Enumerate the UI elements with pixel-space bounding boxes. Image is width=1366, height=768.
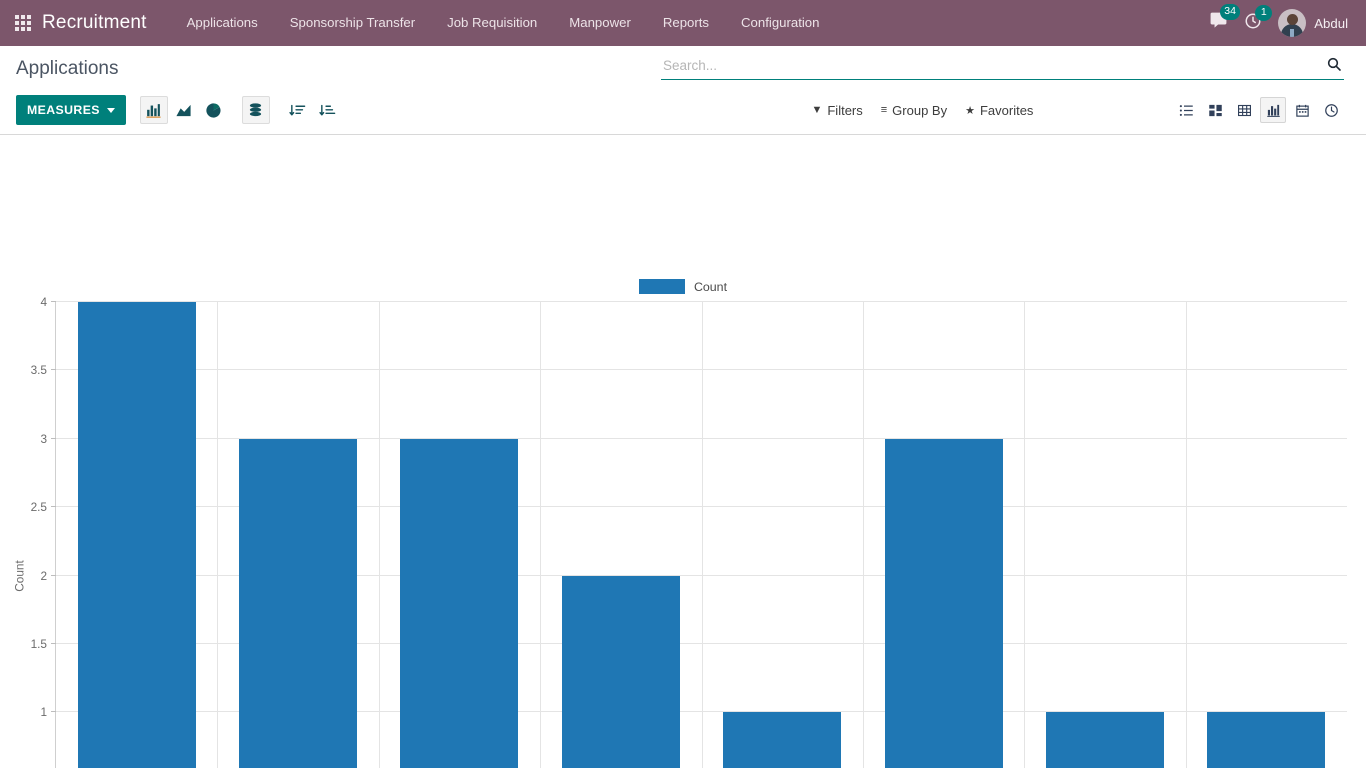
top-navbar: Recruitment Applications Sponsorship Tra… bbox=[0, 0, 1366, 46]
menu-item-sponsorship-transfer[interactable]: Sponsorship Transfer bbox=[274, 0, 431, 46]
chart-bar-slot: Second Interview bbox=[379, 302, 540, 768]
user-menu[interactable]: Abdul bbox=[1278, 9, 1348, 37]
messages-count-badge: 34 bbox=[1220, 4, 1240, 20]
filters-button[interactable]: ▼ Filters bbox=[811, 103, 862, 118]
favorites-label: Favorites bbox=[979, 102, 1034, 118]
y-axis-tick-label: 1 bbox=[40, 705, 47, 720]
page-title: Applications bbox=[16, 58, 119, 79]
star-icon: ★ bbox=[965, 104, 975, 117]
sort-ascending-icon[interactable] bbox=[314, 96, 342, 124]
chart-bar-slot: Contract Proposal bbox=[863, 302, 1024, 768]
list-view-icon[interactable] bbox=[1173, 97, 1199, 123]
chart-bar-slot: HR Interview bbox=[540, 302, 701, 768]
search-button[interactable] bbox=[1324, 56, 1344, 75]
chart-legend: Count bbox=[0, 279, 1366, 294]
graph-view: Count Count 00.511.522.533.54Start Scree… bbox=[0, 135, 1366, 768]
chart-bar[interactable] bbox=[723, 712, 842, 768]
line-chart-icon[interactable] bbox=[170, 96, 198, 124]
chart-bar-slot: First Interview bbox=[217, 302, 378, 768]
avatar bbox=[1278, 9, 1307, 37]
chevron-down-icon bbox=[106, 107, 115, 113]
search-bar[interactable] bbox=[661, 56, 1344, 80]
control-panel: Applications MEASURES bbox=[0, 46, 1366, 135]
filter-funnel-icon: ▼ bbox=[811, 104, 823, 116]
sort-descending-icon[interactable] bbox=[284, 96, 312, 124]
group-by-label: Group By bbox=[892, 102, 948, 118]
menu-item-manpower[interactable]: Manpower bbox=[553, 0, 647, 46]
chart-type-group bbox=[139, 96, 342, 124]
group-by-lines-icon: ≡ bbox=[880, 104, 888, 116]
group-by-button[interactable]: ≡ Group By bbox=[881, 103, 947, 118]
calendar-view-icon[interactable] bbox=[1289, 97, 1315, 123]
chart-bars: Start ScreeningFirst InterviewSecond Int… bbox=[56, 302, 1347, 768]
chart-bar-slot: Refuse bbox=[1186, 302, 1347, 768]
menu-item-reports[interactable]: Reports bbox=[647, 0, 725, 46]
menu-item-configuration[interactable]: Configuration bbox=[725, 0, 835, 46]
pie-chart-icon[interactable] bbox=[200, 96, 228, 124]
y-axis-tick-label: 3.5 bbox=[30, 363, 47, 378]
stacked-icon[interactable] bbox=[241, 96, 270, 124]
chart-bar[interactable] bbox=[400, 438, 519, 768]
favorites-button[interactable]: ★ Favorites bbox=[965, 103, 1033, 118]
legend-label-count: Count bbox=[693, 279, 728, 294]
filter-group: ▼ Filters ≡ Group By ★ Favorites bbox=[481, 103, 1033, 118]
activities-button[interactable]: 1 bbox=[1244, 4, 1273, 35]
apps-grid-icon[interactable] bbox=[10, 10, 36, 36]
activity-view-icon[interactable] bbox=[1318, 97, 1344, 123]
view-switcher bbox=[1173, 97, 1344, 123]
user-name-label: Abdul bbox=[1314, 15, 1348, 31]
chart-bar[interactable] bbox=[1045, 712, 1164, 768]
chart-bar-slot: Start Screening bbox=[56, 302, 217, 768]
y-axis-tick-label: 2 bbox=[40, 568, 47, 583]
y-axis-tick-label: 2.5 bbox=[30, 500, 47, 515]
chart-bar-slot: Contract Signed bbox=[1024, 302, 1185, 768]
chart-bar[interactable] bbox=[884, 438, 1003, 768]
measures-button[interactable]: MEASURES bbox=[16, 95, 126, 125]
main-menu: Applications Sponsorship Transfer Job Re… bbox=[171, 0, 836, 46]
navbar-right-group: 34 1 Abdul bbox=[1209, 4, 1352, 37]
control-panel-top-row: Applications bbox=[0, 46, 1366, 86]
app-brand-title[interactable]: Recruitment bbox=[42, 12, 147, 34]
legend-swatch-count bbox=[638, 279, 685, 294]
menu-item-job-requisition[interactable]: Job Requisition bbox=[431, 0, 553, 46]
search-area bbox=[661, 56, 1344, 80]
kanban-view-icon[interactable] bbox=[1202, 97, 1228, 123]
y-axis-tick-label: 1.5 bbox=[30, 636, 47, 651]
menu-item-applications[interactable]: Applications bbox=[171, 0, 274, 46]
messages-button[interactable]: 34 bbox=[1209, 4, 1240, 35]
control-panel-bottom-row: MEASURES ▼ Filters ≡ Group By ★ Favorite… bbox=[0, 86, 1366, 134]
chart-bar-slot: Initial Qualification bbox=[702, 302, 863, 768]
y-axis-tick-label: 3 bbox=[40, 431, 47, 446]
pivot-view-icon[interactable] bbox=[1231, 97, 1257, 123]
chart-bar[interactable] bbox=[239, 438, 358, 768]
filters-label: Filters bbox=[827, 102, 863, 118]
measures-label: MEASURES bbox=[27, 103, 100, 117]
graph-view-icon[interactable] bbox=[1260, 97, 1286, 123]
search-icon bbox=[1326, 56, 1342, 75]
activities-count-badge: 1 bbox=[1255, 4, 1273, 21]
bar-chart-icon[interactable] bbox=[139, 96, 168, 124]
chart-bar[interactable] bbox=[561, 575, 680, 768]
search-input[interactable] bbox=[661, 58, 1324, 73]
y-axis-tick-label: 4 bbox=[40, 295, 47, 309]
chart-bar[interactable] bbox=[77, 302, 196, 768]
chart-plot-area: 00.511.522.533.54Start ScreeningFirst In… bbox=[31, 295, 1347, 768]
chart-bar[interactable] bbox=[1207, 712, 1326, 768]
